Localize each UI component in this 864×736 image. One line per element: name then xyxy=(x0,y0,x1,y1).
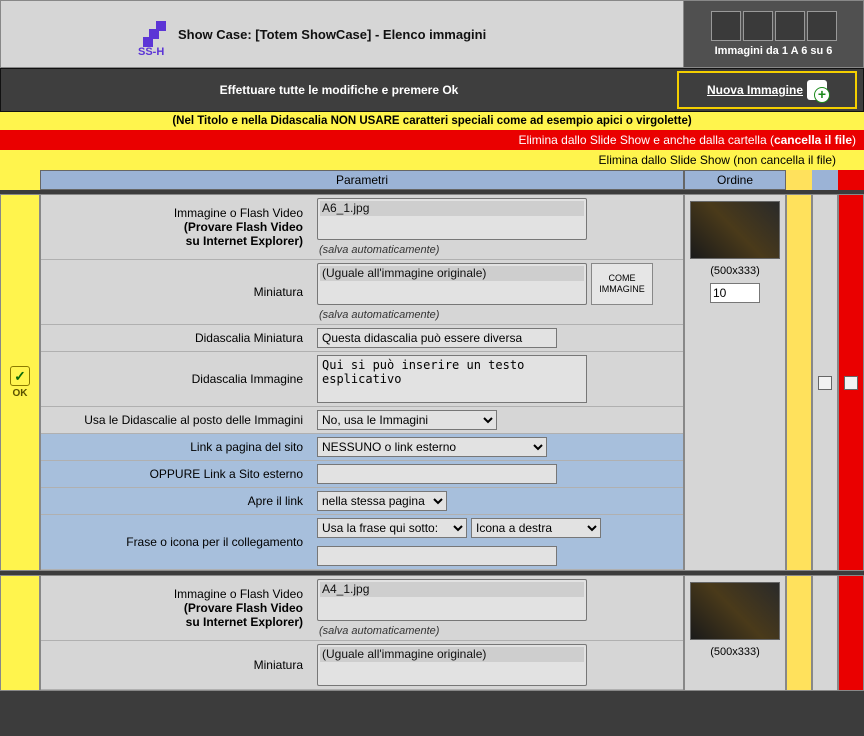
ok-label: OK xyxy=(13,388,28,399)
delete-file-bar: Elimina dallo Slide Show e anche dalla c… xyxy=(0,130,864,150)
label-line2: (Provare Flash Video xyxy=(184,601,303,615)
add-icon xyxy=(807,80,827,100)
image-row: Immagine o Flash Video (Provare Flash Vi… xyxy=(0,571,864,691)
external-link-input[interactable] xyxy=(317,464,557,484)
ok-icon[interactable] xyxy=(10,366,30,386)
order-dimensions: (500x333) xyxy=(710,646,760,658)
label-use-did: Usa le Didascalie al posto delle Immagin… xyxy=(41,407,311,433)
label-did-min: Didascalia Miniatura xyxy=(41,325,311,351)
red-cell xyxy=(838,194,864,571)
open-link-select[interactable]: nella stessa pagina xyxy=(317,491,447,511)
order-thumbnail[interactable] xyxy=(690,201,780,259)
order-cell: (500x333) xyxy=(684,194,786,571)
params-cell: Immagine o Flash Video (Provare Flash Vi… xyxy=(40,194,684,571)
image-counter: Immagini da 1 A 6 su 6 xyxy=(715,45,833,57)
phrase-select-2[interactable]: Icona a destra xyxy=(471,518,601,538)
label-line3: su Internet Explorer) xyxy=(186,234,303,248)
miniature-option[interactable]: (Uguale all'immagine originale) xyxy=(320,647,584,662)
label-line1: Immagine o Flash Video xyxy=(174,587,303,601)
thumbnail[interactable] xyxy=(711,11,741,41)
delete-slide-checkbox[interactable] xyxy=(818,376,832,390)
thumbnail[interactable] xyxy=(807,11,837,41)
col-red xyxy=(838,170,864,190)
logo-label: SS-H xyxy=(138,46,164,58)
thumbnail-strip xyxy=(711,11,837,41)
phrase-input[interactable] xyxy=(317,546,557,566)
label-miniature: Miniatura xyxy=(41,641,311,689)
ok-cell: OK xyxy=(0,194,40,571)
header-left: SS-H Show Case: [Totem ShowCase] - Elenc… xyxy=(1,1,683,67)
col-blue xyxy=(812,170,838,190)
header-bar: SS-H Show Case: [Totem ShowCase] - Elenc… xyxy=(0,0,864,68)
label-did-img: Didascalia Immagine xyxy=(41,352,311,406)
auto-save-note: (salva automaticamente) xyxy=(317,625,677,637)
new-image-button[interactable]: Nuova Immagine xyxy=(677,71,857,109)
action-message: Effettuare tutte le modifiche e premere … xyxy=(1,83,677,97)
image-file-option[interactable]: A4_1.jpg xyxy=(320,582,584,597)
params-cell: Immagine o Flash Video (Provare Flash Vi… xyxy=(40,575,684,691)
col-params: Parametri xyxy=(40,170,684,190)
red-cell xyxy=(838,575,864,691)
label-phrase-icon: Frase o icona per il collegamento xyxy=(41,515,311,569)
delete-file-checkbox[interactable] xyxy=(844,376,858,390)
image-file-select[interactable]: A4_1.jpg xyxy=(317,579,587,621)
thumbnail[interactable] xyxy=(743,11,773,41)
label-link-page: Link a pagina del sito xyxy=(41,434,311,460)
app-logo-icon: SS-H xyxy=(146,21,172,47)
column-header-row: Parametri Ordine xyxy=(0,170,864,190)
label-image-flash: Immagine o Flash Video (Provare Flash Vi… xyxy=(41,576,311,640)
blue-cell xyxy=(812,194,838,571)
warning-bar: (Nel Titolo e nella Didascalia NON USARE… xyxy=(0,112,864,130)
use-didascalie-select[interactable]: No, usa le Immagini xyxy=(317,410,497,430)
label-miniature: Miniatura xyxy=(41,260,311,324)
col-yellow xyxy=(786,170,812,190)
phrase-select-1[interactable]: Usa la frase qui sotto: xyxy=(317,518,467,538)
col-order: Ordine xyxy=(684,170,786,190)
thumbnail[interactable] xyxy=(775,11,805,41)
miniature-select[interactable]: (Uguale all'immagine originale) xyxy=(317,263,587,305)
miniature-select[interactable]: (Uguale all'immagine originale) xyxy=(317,644,587,686)
label-line1: Immagine o Flash Video xyxy=(174,206,303,220)
auto-save-note: (salva automaticamente) xyxy=(317,244,677,256)
blue-cell xyxy=(812,575,838,691)
order-dimensions: (500x333) xyxy=(710,265,760,277)
miniature-option[interactable]: (Uguale all'immagine originale) xyxy=(320,266,584,281)
order-thumbnail[interactable] xyxy=(690,582,780,640)
order-cell: (500x333) xyxy=(684,575,786,691)
header-right: Immagini da 1 A 6 su 6 xyxy=(683,1,863,67)
didascalia-miniatura-input[interactable] xyxy=(317,328,557,348)
image-row: OK Immagine o Flash Video (Provare Flash… xyxy=(0,190,864,571)
action-bar: Effettuare tutte le modifiche e premere … xyxy=(0,68,864,112)
page-title: Show Case: [Totem ShowCase] - Elenco imm… xyxy=(178,27,486,42)
didascalia-immagine-input[interactable]: Qui si può inserire un testo esplicativo xyxy=(317,355,587,403)
ok-cell xyxy=(0,575,40,691)
label-line3: su Internet Explorer) xyxy=(186,615,303,629)
image-file-option[interactable]: A6_1.jpg xyxy=(320,201,584,216)
auto-save-note: (salva automaticamente) xyxy=(317,309,677,321)
label-image-flash: Immagine o Flash Video (Provare Flash Vi… xyxy=(41,195,311,259)
link-page-select[interactable]: NESSUNO o link esterno xyxy=(317,437,547,457)
delete-file-text: Elimina dallo Slide Show e anche dalla c… xyxy=(518,133,773,147)
label-open-link: Apre il link xyxy=(41,488,311,514)
label-oppure: OPPURE Link a Sito esterno xyxy=(41,461,311,487)
new-image-label: Nuova Immagine xyxy=(707,83,803,97)
col-ok xyxy=(0,170,40,190)
image-file-select[interactable]: A6_1.jpg xyxy=(317,198,587,240)
order-input[interactable] xyxy=(710,283,760,303)
come-immagine-button[interactable]: COME IMMAGINE xyxy=(591,263,653,305)
delete-file-bold: cancella il file xyxy=(774,133,852,147)
yellow-cell xyxy=(786,575,812,691)
delete-file-suffix: ) xyxy=(852,133,856,147)
label-line2: (Provare Flash Video xyxy=(184,220,303,234)
yellow-cell xyxy=(786,194,812,571)
delete-slide-bar: Elimina dallo Slide Show (non cancella i… xyxy=(0,150,864,170)
